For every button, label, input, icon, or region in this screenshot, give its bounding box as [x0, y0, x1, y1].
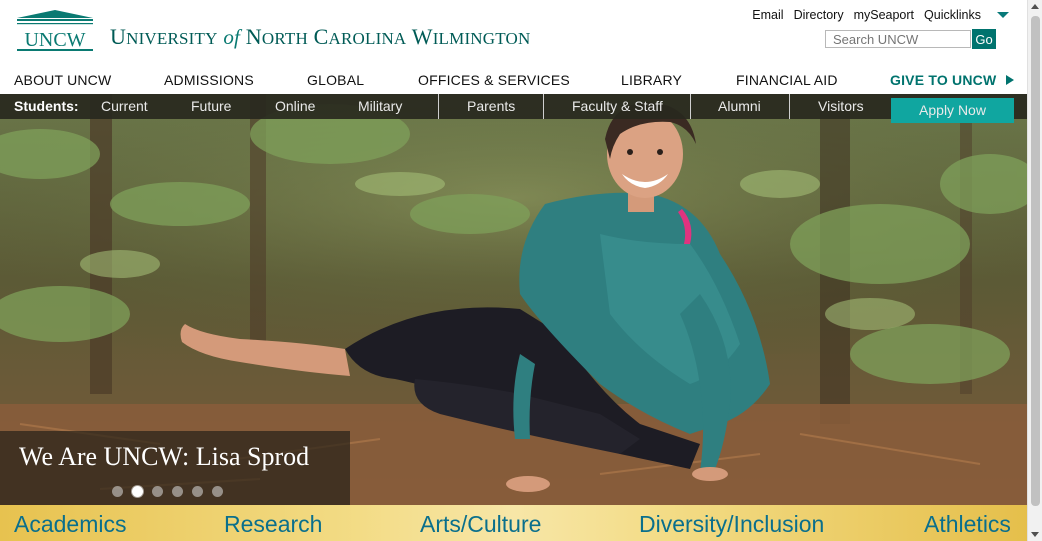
- audience-future[interactable]: Future: [191, 98, 231, 114]
- title-part: U: [110, 24, 127, 49]
- uncw-logo-icon[interactable]: UNCW: [14, 9, 96, 53]
- audience-online[interactable]: Online: [275, 98, 315, 114]
- directory-link[interactable]: Directory: [794, 8, 844, 22]
- topic-arts-culture[interactable]: Arts/Culture: [420, 511, 541, 538]
- title-part: N: [245, 24, 262, 49]
- search-form: Go: [825, 29, 996, 49]
- audience-visitors[interactable]: Visitors: [818, 98, 864, 114]
- slide-dot-active[interactable]: [132, 486, 143, 497]
- divider: [438, 94, 439, 119]
- title-part: ILMINGTON: [432, 29, 531, 48]
- give-label: GIVE TO UNCW: [890, 72, 997, 88]
- divider: [543, 94, 544, 119]
- utility-links: Email Directory mySeaport Quicklinks: [752, 8, 1009, 22]
- site-title[interactable]: UNIVERSITY of NORTH CAROLINA WILMINGTON: [110, 24, 531, 50]
- slide-dots: [112, 486, 223, 497]
- divider: [789, 94, 790, 119]
- title-part: of: [223, 25, 241, 49]
- scroll-thumb[interactable]: [1031, 16, 1040, 506]
- arrow-right-icon: [1006, 75, 1015, 85]
- email-link[interactable]: Email: [752, 8, 783, 22]
- nav-about-uncw[interactable]: ABOUT UNCW: [14, 72, 111, 88]
- hero-caption[interactable]: We Are UNCW: Lisa Sprod: [19, 442, 309, 472]
- title-part: W: [411, 24, 433, 49]
- slide-dot[interactable]: [152, 486, 163, 497]
- slide-dot[interactable]: [212, 486, 223, 497]
- audience-faculty-staff[interactable]: Faculty & Staff: [572, 98, 663, 114]
- nav-financial-aid[interactable]: FINANCIAL AID: [736, 72, 838, 88]
- audience-parents[interactable]: Parents: [467, 98, 515, 114]
- audience-military[interactable]: Military: [358, 98, 402, 114]
- apply-now-button[interactable]: Apply Now: [891, 98, 1014, 123]
- main-nav: ABOUT UNCW ADMISSIONS GLOBAL OFFICES & S…: [0, 66, 1027, 94]
- scroll-down-icon[interactable]: [1031, 532, 1039, 537]
- topic-diversity-inclusion[interactable]: Diversity/Inclusion: [639, 511, 824, 538]
- audience-alumni[interactable]: Alumni: [718, 98, 761, 114]
- scroll-up-icon[interactable]: [1031, 4, 1039, 9]
- audience-bar: Students: Current Future Online Military…: [0, 94, 1027, 123]
- title-part: C: [313, 24, 329, 49]
- divider: [690, 94, 691, 119]
- nav-library[interactable]: LIBRARY: [621, 72, 682, 88]
- title-part: AROLINA: [328, 29, 407, 48]
- topic-athletics[interactable]: Athletics: [924, 511, 1011, 538]
- title-part: ORTH: [261, 29, 308, 48]
- nav-give-to-uncw[interactable]: GIVE TO UNCW: [890, 72, 1015, 88]
- topic-bar: Academics Research Arts/Culture Diversit…: [0, 505, 1027, 541]
- logo-text: UNCW: [24, 29, 85, 51]
- search-go-button[interactable]: Go: [972, 29, 996, 49]
- audience-current[interactable]: Current: [101, 98, 148, 114]
- topic-academics[interactable]: Academics: [14, 511, 126, 538]
- quicklinks-link[interactable]: Quicklinks: [924, 8, 981, 22]
- site-header: UNCW UNIVERSITY of NORTH CAROLINA WILMIN…: [0, 0, 1027, 66]
- nav-offices-services[interactable]: OFFICES & SERVICES: [418, 72, 570, 88]
- slide-dot[interactable]: [192, 486, 203, 497]
- myseaport-link[interactable]: mySeaport: [854, 8, 914, 22]
- topic-research[interactable]: Research: [224, 511, 322, 538]
- slide-dot[interactable]: [112, 486, 123, 497]
- search-input[interactable]: [825, 30, 971, 48]
- nav-global[interactable]: GLOBAL: [307, 72, 364, 88]
- nav-admissions[interactable]: ADMISSIONS: [164, 72, 254, 88]
- students-label: Students:: [14, 98, 79, 114]
- slide-dot[interactable]: [172, 486, 183, 497]
- title-part: NIVERSITY: [126, 29, 218, 48]
- page-scrollbar[interactable]: [1027, 0, 1042, 541]
- caret-down-icon[interactable]: [997, 12, 1009, 18]
